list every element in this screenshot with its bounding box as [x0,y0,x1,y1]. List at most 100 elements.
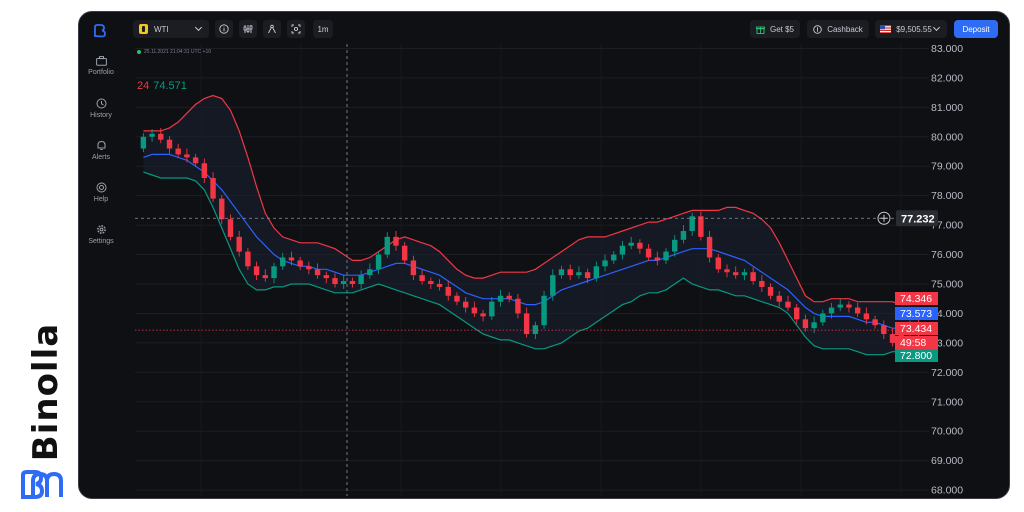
price-label-bollinger-middle: 73.573 [900,308,932,320]
deposit-label: Deposit [962,24,990,34]
indicators-button[interactable] [239,20,257,38]
candle-body [680,230,687,240]
candle-body [253,266,260,276]
price-label-bollinger-upper: 74.346 [900,293,932,305]
chart-datetime: 25.11.2021 21:04:31 UTC +10 [144,49,212,55]
get-bonus-button[interactable]: Get $5 [750,20,800,38]
candle-body [245,251,251,267]
candle-body [192,157,199,164]
app-window: Portfolio History Alerts Help Settings W… [78,11,1010,499]
us-flag-icon [880,25,892,33]
price-label-bollinger-lower: 72.800 [900,350,932,362]
sidebar-item-settings[interactable]: Settings [79,224,123,245]
candle-body [550,275,556,296]
candle-body [741,272,748,276]
candle-body [445,286,451,296]
candle-body [584,272,591,279]
candle-body [262,275,269,279]
balance-amount: $9,505.55 [896,24,932,34]
candle-body [210,177,216,199]
candle-body [881,325,887,335]
candle-body [201,163,208,178]
sidebar-item-history[interactable]: History [79,98,123,119]
candle-body [863,313,870,320]
candle-body [410,260,417,276]
candle-body [872,319,878,326]
price-chart[interactable]: 83.00082.00081.00080.00079.00078.00077.0… [131,44,1005,496]
candle-body [280,257,286,267]
candle-body [323,275,329,279]
lifebuoy-icon [96,182,106,193]
candle-body [341,281,347,284]
cashback-button[interactable]: Cashback [807,20,869,38]
sidebar-item-alerts[interactable]: Alerts [79,140,123,161]
candle-body [523,313,530,335]
candle-body [802,319,809,329]
chart-type-button[interactable] [287,20,305,38]
candle-body [358,275,364,284]
asset-selector[interactable]: WTI [133,20,209,38]
info-button[interactable] [215,20,233,38]
app-logo-icon [94,24,106,38]
chart-info-line: 25.11.2021 21:04:31 UTC +10 [137,49,211,55]
y-tick-label: 76.000 [931,249,963,261]
sidebar-item-label: Settings [88,238,114,245]
candle-body [663,251,669,261]
candle-body [759,281,765,287]
candle-body [793,307,800,320]
indicator-prefix: 24 [137,80,150,92]
y-tick-label: 79.000 [931,161,963,173]
candle-body [332,278,338,284]
candle-body [497,295,504,302]
candle-body [166,139,173,149]
candle-body [384,236,390,255]
candle-body [393,236,399,246]
candle-body [541,295,547,326]
balance-selector[interactable]: $9,505.55 [875,20,947,38]
y-tick-label: 82.000 [931,72,963,84]
candle-body [698,216,704,237]
candle-body [567,269,573,276]
candle-body [619,245,626,255]
plus-icon [880,214,888,222]
candle-body [645,248,652,258]
candle-body [314,269,321,276]
candle-body [471,307,478,314]
sidebar-item-help[interactable]: Help [79,182,123,203]
info-icon [219,24,229,34]
sidebar-item-label: Portfolio [88,69,114,76]
candle-body [715,257,721,270]
candle-body [428,281,434,284]
y-tick-label: 69.000 [931,455,963,467]
candle-body [140,136,147,149]
candle-body [820,313,826,323]
candle-body [706,236,713,258]
asset-name: WTI [154,24,169,34]
candle-body [219,198,225,220]
candle-body [750,272,756,282]
candle-body [306,266,312,270]
deposit-button[interactable]: Deposit [954,20,998,38]
candle-body [375,254,382,270]
drawing-tools-button[interactable] [263,20,281,38]
sidebar-item-label: Help [93,196,109,203]
live-status-dot [137,49,141,54]
oil-barrel-icon [139,24,148,34]
y-tick-label: 71.000 [931,396,963,408]
y-tick-label: 68.000 [931,485,963,496]
candle-body [515,298,521,314]
candle-body [846,304,852,308]
y-tick-label: 81.000 [931,102,963,114]
chevron-down-icon [932,23,941,32]
timeframe-label: 1m [317,24,329,34]
candle-body [889,334,896,343]
candle-body [776,295,782,302]
y-tick-label: 78.000 [931,190,963,202]
timeframe-button[interactable]: 1m [313,20,333,38]
candle-body [419,275,425,282]
candle-body [236,236,242,252]
candle-body [480,313,486,317]
sidebar-item-portfolio[interactable]: Portfolio [79,56,123,76]
y-tick-label: 70.000 [931,426,963,438]
candle-body [158,133,164,140]
